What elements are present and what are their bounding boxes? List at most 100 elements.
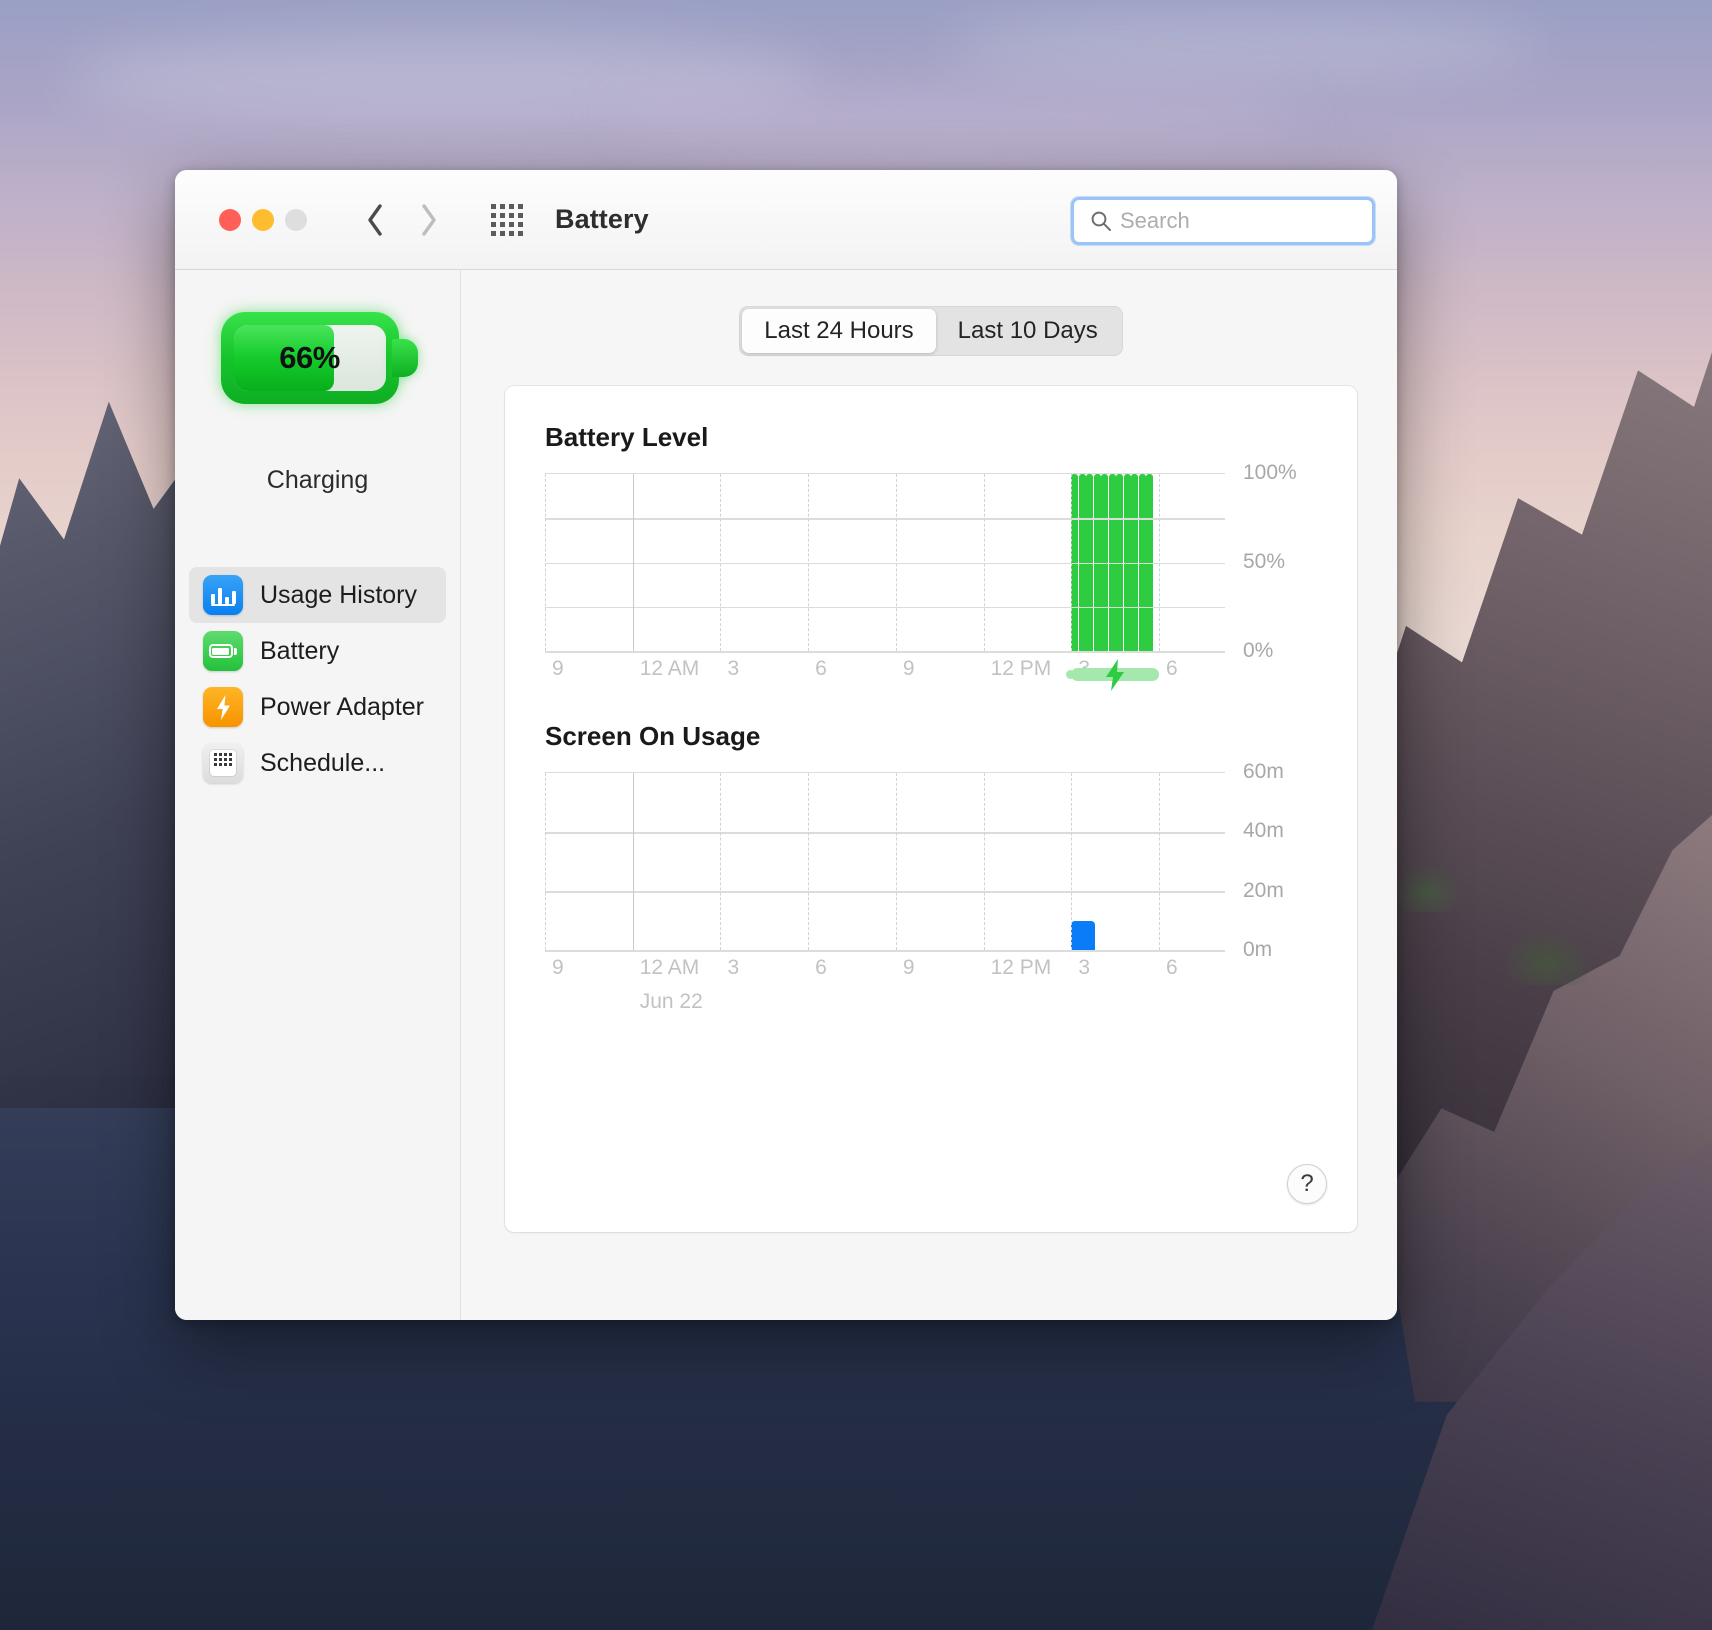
zoom-button[interactable] <box>285 208 307 231</box>
navigation-buttons <box>363 200 441 240</box>
y-axis-tick-label: 0m <box>1243 938 1273 961</box>
x-axis-tick-label: 3 <box>1078 956 1090 979</box>
battery-level-plot-area <box>545 473 1225 653</box>
calendar-icon <box>203 743 243 783</box>
battery-level-x-axis: 912 AM36912 PM36 <box>545 657 1225 691</box>
screen-on-usage-bars <box>545 773 1225 950</box>
gridline-vertical <box>720 474 722 651</box>
gridline-vertical <box>632 773 634 950</box>
x-axis-tick-label: 6 <box>815 956 827 979</box>
x-axis-tick-label: 9 <box>552 956 564 979</box>
sidebar-item-label: Battery <box>260 636 340 665</box>
x-axis-tick-label: 12 PM <box>990 657 1052 680</box>
gridline-horizontal <box>545 950 1225 952</box>
sidebar-item-usage-history[interactable]: Usage History <box>189 567 446 623</box>
lightning-bolt-icon <box>1106 659 1125 691</box>
vegetation <box>1502 929 1592 986</box>
x-axis-tick-label: 6 <box>815 657 827 680</box>
x-axis-tick-label: 12 AM <box>639 657 700 680</box>
window-body: 66% Charging Usage History Battery Power… <box>175 270 1397 1320</box>
window-title: Battery <box>555 204 649 234</box>
sidebar-item-battery[interactable]: Battery <box>189 623 446 679</box>
x-axis-tick-label: 9 <box>902 657 915 680</box>
sidebar-item-schedule[interactable]: Schedule... <box>189 735 446 791</box>
y-axis-tick-label: 0% <box>1243 639 1274 662</box>
gridline-vertical <box>545 474 546 651</box>
search-field[interactable] <box>1071 197 1375 245</box>
gridline-vertical <box>632 474 634 651</box>
sidebar-nav-list: Usage History Battery Power Adapter Sche… <box>175 567 460 791</box>
main-pane: Last 24 Hours Last 10 Days Battery Level… <box>461 270 1397 1320</box>
battery-status-glyph: 66% <box>220 312 418 404</box>
gridline-vertical <box>1159 773 1161 950</box>
gridline-horizontal <box>545 651 1225 653</box>
screen-on-usage-bar <box>1071 920 1096 950</box>
battery-glyph-terminal <box>391 339 418 377</box>
y-axis-tick-label: 60m <box>1243 760 1284 783</box>
screen-on-usage-x-axis: 9 12 AM 3 6 9 12 PM 3 6 <box>545 956 1225 990</box>
gridline-vertical <box>545 773 546 950</box>
battery-level-chart: Battery Level 912 AM36912 PM36 100%50%0% <box>545 422 1317 691</box>
screen-on-usage-y-axis: 60m 40m 20m 0m <box>1235 760 1317 961</box>
search-icon <box>1091 211 1111 231</box>
forward-chevron-icon[interactable] <box>415 200 441 240</box>
x-axis-tick-label: 12 AM <box>639 956 700 979</box>
time-range-control-wrap: Last 24 Hours Last 10 Days <box>505 306 1357 356</box>
y-axis-tick-label: 50% <box>1243 550 1286 573</box>
gridline-vertical <box>983 474 985 651</box>
screen-on-usage-plot-area <box>545 772 1225 952</box>
search-input[interactable] <box>1120 208 1362 234</box>
battery-level-title: Battery Level <box>545 422 709 452</box>
gridline-vertical <box>1159 474 1161 651</box>
gridline-horizontal <box>545 606 1225 609</box>
gridline-vertical <box>1071 773 1073 950</box>
time-range-segmented-control[interactable]: Last 24 Hours Last 10 Days <box>739 306 1123 356</box>
traffic-lights <box>219 208 307 231</box>
y-axis-tick-label: 40m <box>1243 819 1284 843</box>
power-bolt-icon <box>203 687 243 727</box>
battery-icon <box>203 631 243 671</box>
screen-on-usage-date-row: Jun 22 <box>545 990 1225 1024</box>
segment-last-10-days[interactable]: Last 10 Days <box>936 309 1120 353</box>
gridline-horizontal <box>545 518 1225 520</box>
gridline-vertical <box>983 773 985 950</box>
gridline-horizontal <box>545 891 1225 893</box>
gridline-vertical <box>808 773 810 950</box>
close-button[interactable] <box>219 208 241 231</box>
screen-on-usage-chart: Screen On Usage 9 12 AM 3 6 9 12 PM 3 6 Jun 22 … <box>545 721 1317 1024</box>
gridline-vertical <box>895 474 897 651</box>
gridline-vertical <box>808 474 810 651</box>
segment-last-24-hours[interactable]: Last 24 Hours <box>742 309 936 353</box>
battery-preferences-window: Battery 66% Charging <box>175 170 1397 1320</box>
sidebar-item-power-adapter[interactable]: Power Adapter <box>189 679 446 735</box>
charts-card: Battery Level 9 12 AM 3 6 9 12 PM 3 6 100% 50% 0% <box>505 386 1357 1232</box>
window-titlebar: Battery <box>175 170 1397 270</box>
x-axis-tick-label: 12 PM <box>990 956 1052 979</box>
show-all-grid-icon[interactable] <box>491 203 523 236</box>
minimize-button[interactable] <box>252 208 274 231</box>
battery-level-y-axis: 100% 50% 0% <box>1235 461 1317 662</box>
gridline-vertical <box>1071 474 1073 651</box>
battery-percent-label: 66% <box>279 340 340 375</box>
x-axis-date-label: Jun 22 <box>639 990 703 1013</box>
cloud <box>616 81 1302 152</box>
x-axis-tick-label: 9 <box>552 657 564 680</box>
sidebar-item-label: Schedule... <box>260 748 386 777</box>
charging-indicator <box>1066 657 1160 691</box>
gridline-horizontal <box>545 562 1225 565</box>
x-axis-tick-label: 3 <box>727 956 740 979</box>
vegetation <box>1392 863 1462 912</box>
screen-on-usage-title: Screen On Usage <box>545 721 761 751</box>
gridline-horizontal <box>545 832 1225 834</box>
battery-status-label: Charging <box>266 466 369 494</box>
gridline-vertical <box>895 773 897 950</box>
x-axis-tick-label: 6 <box>1166 956 1178 979</box>
sidebar: 66% Charging Usage History Battery Power… <box>175 270 461 1320</box>
sidebar-item-label: Power Adapter <box>260 692 424 721</box>
x-axis-tick-label: 3 <box>727 657 740 680</box>
battery-glyph-shell: 66% <box>220 312 399 404</box>
back-chevron-icon[interactable] <box>363 200 389 240</box>
gridline-vertical <box>720 773 722 950</box>
y-axis-tick-label: 100% <box>1243 461 1297 484</box>
help-button[interactable]: ? <box>1287 1164 1327 1204</box>
